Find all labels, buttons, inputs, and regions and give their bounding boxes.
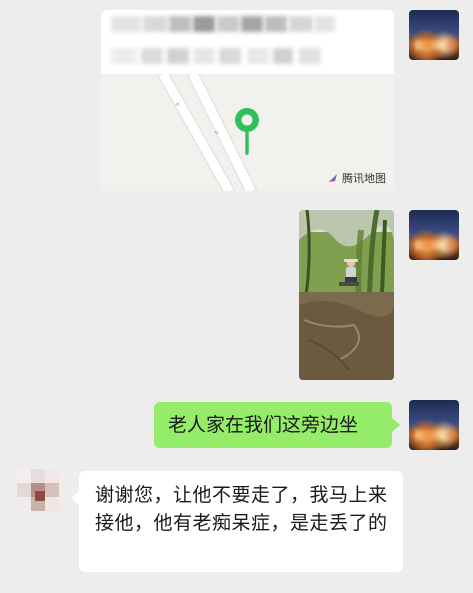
received-message-bubble[interactable]: 谢谢您，让他不要走了，我马上来接他，他有老痴呆症，是走丢了的 (71, 471, 403, 572)
self-avatar[interactable] (409, 400, 459, 450)
sent-message-text: 老人家在我们这旁边坐 (168, 414, 359, 436)
location-message-card[interactable]: ᐅ ᐅ 腾讯地图 (101, 10, 394, 191)
map-brand-label: 腾讯地图 (342, 172, 386, 185)
self-avatar[interactable] (409, 210, 459, 260)
photo-scene (299, 210, 394, 380)
location-title-blurred (101, 10, 394, 74)
map-preview[interactable]: ᐅ ᐅ 腾讯地图 (101, 71, 394, 191)
contact-avatar-mosaic[interactable] (17, 469, 67, 519)
tencent-map-logo-icon (329, 174, 337, 182)
sent-message-bubble[interactable]: 老人家在我们这旁边坐 (154, 402, 400, 448)
self-avatar[interactable] (409, 10, 459, 60)
received-message-text: 谢谢您，让他不要走了，我马上来接他，他有老痴呆症，是走丢了的 (95, 484, 388, 534)
map-brand: 腾讯地图 (327, 170, 386, 186)
chat-conversation: ᐅ ᐅ 腾讯地图 老人家在我们这旁边坐 谢谢您，让他不要走了，我马上来接他，他有… (0, 0, 473, 593)
photo-message-thumbnail[interactable] (299, 210, 394, 380)
location-pin-icon (235, 108, 259, 155)
